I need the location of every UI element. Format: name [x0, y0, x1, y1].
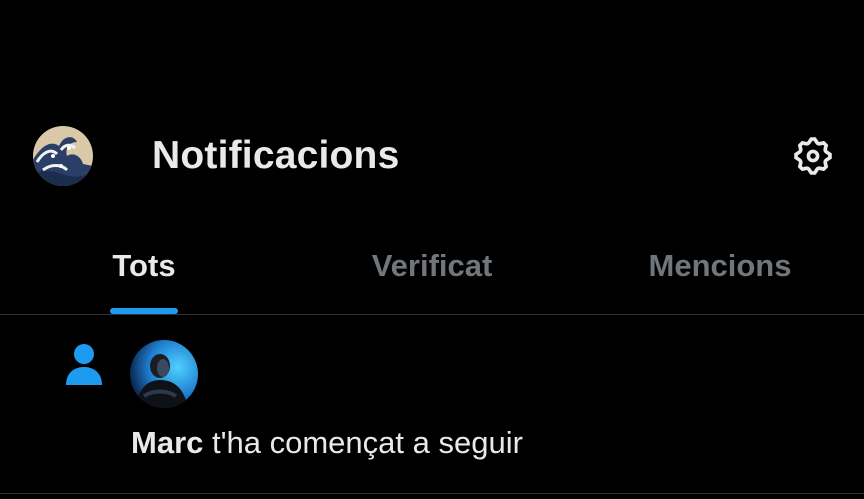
notification-message: t'ha començat a seguir — [203, 425, 523, 460]
notification-tabs: Tots Verificat Mencions — [0, 232, 864, 315]
tab-mencions[interactable]: Mencions — [576, 232, 864, 314]
profile-avatar[interactable] — [33, 126, 93, 186]
gear-icon — [794, 137, 832, 175]
wave-art-avatar-icon — [33, 126, 93, 186]
tab-tots[interactable]: Tots — [0, 232, 288, 314]
user-avatar[interactable] — [130, 340, 198, 408]
notifications-screen: { "header": { "title": "Notificacions", … — [0, 0, 864, 499]
tab-verificat[interactable]: Verificat — [288, 232, 576, 314]
notification-text: Marc t'ha començat a seguir — [131, 425, 523, 461]
notification-item[interactable]: Marc t'ha començat a seguir — [0, 315, 864, 494]
settings-button[interactable] — [788, 131, 838, 181]
tab-label: Mencions — [648, 248, 792, 283]
user-photo-avatar-icon — [130, 340, 198, 408]
person-icon — [64, 343, 104, 387]
active-tab-indicator — [110, 308, 178, 314]
app-header: Notificacions — [0, 110, 864, 210]
notification-user-name[interactable]: Marc — [131, 425, 203, 460]
tab-label: Verificat — [371, 248, 493, 283]
tab-label: Tots — [112, 248, 176, 283]
page-title: Notificacions — [152, 134, 400, 177]
